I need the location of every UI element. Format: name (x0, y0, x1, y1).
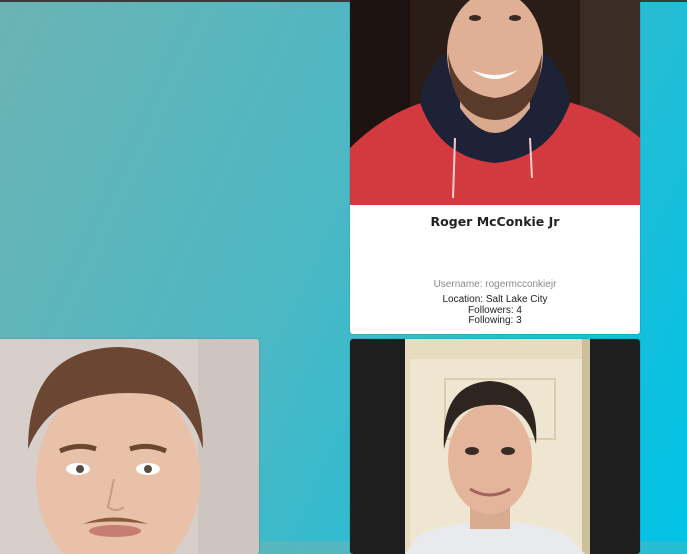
user-card[interactable] (0, 339, 259, 554)
username-label: Username: rogermcconkiejr (433, 279, 557, 290)
following-label: Following: 3 (468, 315, 522, 326)
user-card[interactable]: Roger McConkie Jr Username: rogermcconki… (350, 0, 640, 334)
location-label: Location: Salt Lake City (442, 294, 548, 305)
user-card[interactable] (350, 339, 640, 554)
user-name[interactable]: Roger McConkie Jr (350, 214, 640, 230)
user-photo (0, 339, 259, 554)
user-photo (350, 0, 640, 205)
user-photo (350, 339, 640, 554)
